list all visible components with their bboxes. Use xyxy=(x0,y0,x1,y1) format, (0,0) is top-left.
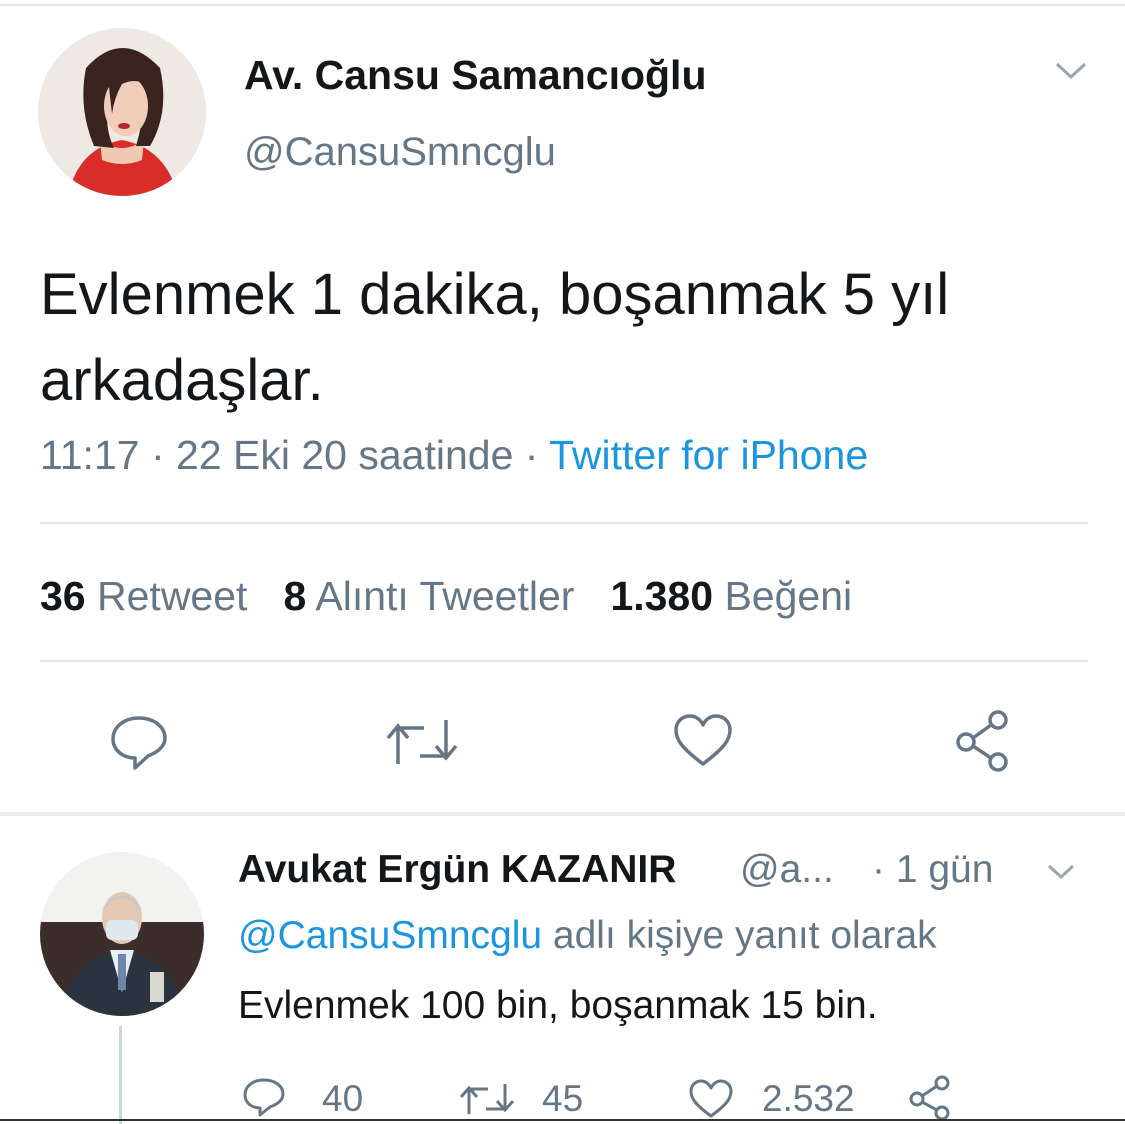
reply-author-avatar[interactable] xyxy=(40,852,204,1016)
divider xyxy=(40,660,1088,662)
tweet-meta: 11:17 · 22 Eki 20 saatinde · Twitter for… xyxy=(40,432,868,479)
author-photo xyxy=(38,28,206,196)
retweets-stat[interactable]: 36 Retweet xyxy=(40,573,247,619)
tweet-source-link[interactable]: Twitter for iPhone xyxy=(549,432,868,478)
reply-context: @CansuSmncglu adlı kişiye yanıt olarak xyxy=(238,914,937,958)
likes-count: 1.380 xyxy=(610,573,714,619)
likes-label: Beğeni xyxy=(724,573,853,619)
quotes-count: 8 xyxy=(283,573,307,619)
chevron-down-icon[interactable] xyxy=(1046,862,1076,882)
bottom-border xyxy=(0,1119,1125,1121)
author-name[interactable]: Av. Cansu Samancıoğlu xyxy=(244,52,707,99)
like-icon[interactable] xyxy=(688,1078,734,1120)
meta-separator: · xyxy=(150,432,165,478)
chevron-down-icon[interactable] xyxy=(1054,60,1088,82)
reply-count: 40 xyxy=(322,1078,364,1119)
reply-author-name[interactable]: Avukat Ergün KAZANIR xyxy=(238,848,676,892)
share-icon[interactable] xyxy=(906,1074,956,1120)
reply-timestamp[interactable]: · 1 gün xyxy=(872,848,993,892)
tweet-separator xyxy=(0,812,1125,816)
author-avatar[interactable] xyxy=(38,28,206,196)
reply-author-photo xyxy=(40,852,204,1016)
like-count: 2.532 xyxy=(762,1078,855,1119)
tweet-time: 11:17 xyxy=(40,432,140,478)
reply-icon[interactable] xyxy=(242,1076,286,1118)
quotes-stat[interactable]: 8 Alıntı Tweetler xyxy=(283,573,574,619)
reply-author-handle[interactable]: @a... xyxy=(740,848,834,892)
retweets-label: Retweet xyxy=(97,573,248,619)
reply-text: Evlenmek 100 bin, boşanmak 15 bin. xyxy=(238,984,878,1027)
share-icon[interactable] xyxy=(952,708,1016,774)
action-bar xyxy=(0,700,1125,790)
reply-to-suffix: adlı kişiye yanıt olarak xyxy=(542,914,937,957)
reply-to-mention[interactable]: @CansuSmncglu xyxy=(238,914,542,957)
divider xyxy=(40,522,1088,524)
retweet-icon[interactable] xyxy=(384,714,460,770)
thread-line xyxy=(119,1026,122,1124)
like-icon[interactable] xyxy=(672,712,734,770)
meta-separator: · xyxy=(524,432,539,478)
reply-icon[interactable] xyxy=(108,712,170,772)
likes-stat[interactable]: 1.380 Beğeni xyxy=(610,573,852,619)
quotes-label: Alıntı Tweetler xyxy=(315,573,575,619)
retweet-count: 45 xyxy=(542,1078,584,1119)
retweet-icon[interactable] xyxy=(458,1080,516,1118)
tweet-date: 22 Eki 20 saatinde xyxy=(176,432,514,478)
retweets-count: 36 xyxy=(40,573,86,619)
tweet-stats: 36 Retweet 8 Alıntı Tweetler 1.380 Beğeni xyxy=(40,573,852,620)
author-handle[interactable]: @CansuSmncglu xyxy=(244,130,556,175)
top-divider xyxy=(0,4,1125,6)
tweet-text: Evlenmek 1 dakika, boşanmak 5 yıl arkada… xyxy=(40,262,950,413)
